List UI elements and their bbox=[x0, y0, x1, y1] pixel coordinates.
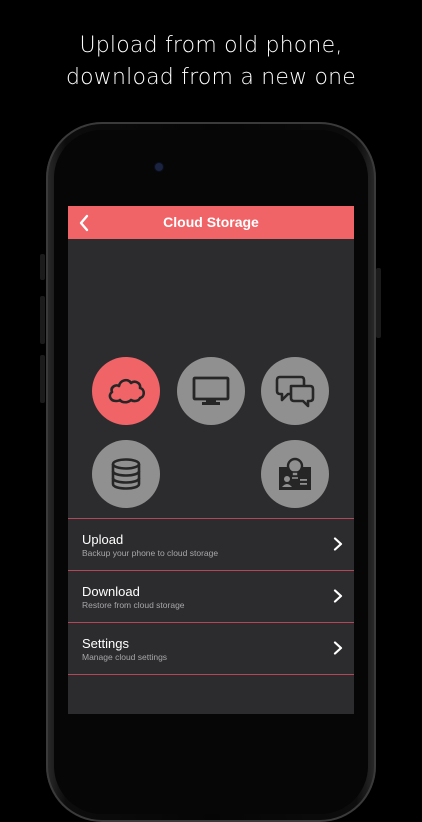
cloud-icon bbox=[108, 378, 146, 404]
phone-volume-up-button bbox=[40, 296, 45, 344]
promo-caption: Upload from old phone, download from a n… bbox=[0, 30, 422, 94]
menu-item-subtitle: Backup your phone to cloud storage bbox=[82, 548, 219, 558]
phone-side-button bbox=[40, 254, 45, 280]
settings-menu: Upload Backup your phone to cloud storag… bbox=[68, 518, 354, 675]
menu-item-title: Upload bbox=[82, 532, 124, 547]
chevron-right-icon bbox=[332, 640, 344, 656]
menu-item-download[interactable]: Download Restore from cloud storage bbox=[68, 570, 354, 622]
menu-item-title: Settings bbox=[82, 636, 129, 651]
monitor-category-button[interactable] bbox=[177, 357, 245, 425]
chevron-right-icon bbox=[332, 588, 344, 604]
app-screen: Cloud Storage Upload Backup your phone t… bbox=[68, 206, 354, 714]
menu-item-title: Download bbox=[82, 584, 140, 599]
messages-category-button[interactable] bbox=[261, 357, 329, 425]
page-title: Cloud Storage bbox=[163, 214, 259, 230]
contact-card-icon bbox=[279, 457, 311, 490]
chat-bubbles-icon bbox=[275, 375, 315, 408]
phone-power-button bbox=[376, 268, 381, 338]
storage-category-button[interactable] bbox=[92, 440, 160, 508]
contacts-category-button[interactable] bbox=[261, 440, 329, 508]
phone-volume-down-button bbox=[40, 355, 45, 403]
menu-item-subtitle: Restore from cloud storage bbox=[82, 600, 185, 610]
back-button[interactable] bbox=[72, 206, 96, 239]
front-camera bbox=[155, 163, 163, 171]
monitor-icon bbox=[192, 376, 230, 405]
menu-item-settings[interactable]: Settings Manage cloud settings bbox=[68, 622, 354, 674]
menu-divider bbox=[68, 674, 354, 675]
cloud-category-button[interactable] bbox=[92, 357, 160, 425]
database-icon bbox=[111, 458, 141, 490]
promo-line-2: download from a new one bbox=[65, 65, 357, 90]
menu-item-subtitle: Manage cloud settings bbox=[82, 652, 168, 662]
chevron-right-icon bbox=[332, 536, 344, 552]
chevron-left-icon bbox=[79, 214, 89, 231]
promo-line-1: Upload from old phone, bbox=[79, 33, 343, 58]
navigation-bar: Cloud Storage bbox=[68, 206, 354, 239]
menu-item-upload[interactable]: Upload Backup your phone to cloud storag… bbox=[68, 518, 354, 570]
